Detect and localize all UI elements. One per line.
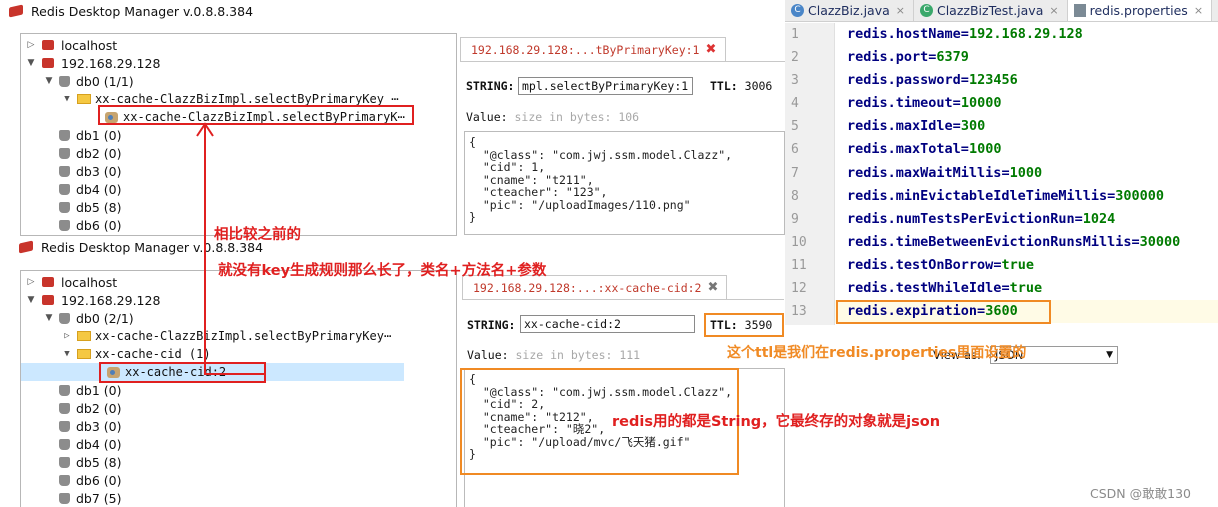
- annotation-no-long-key: 就没有key生成规则那么长了，类名+方法名+参数: [218, 263, 547, 279]
- watermark: CSDN @敢敢130: [1090, 486, 1191, 501]
- arrow-line: [204, 268, 266, 375]
- annotation-arrows: [196, 122, 266, 375]
- annotation-ttl-note: 这个ttl是我们在redis.properties里面设置的: [727, 345, 1027, 361]
- annotation-json-note: redis用的都是String，它最终存的对象就是json: [612, 414, 941, 430]
- annotation-compare: 相比较之前的: [214, 227, 301, 243]
